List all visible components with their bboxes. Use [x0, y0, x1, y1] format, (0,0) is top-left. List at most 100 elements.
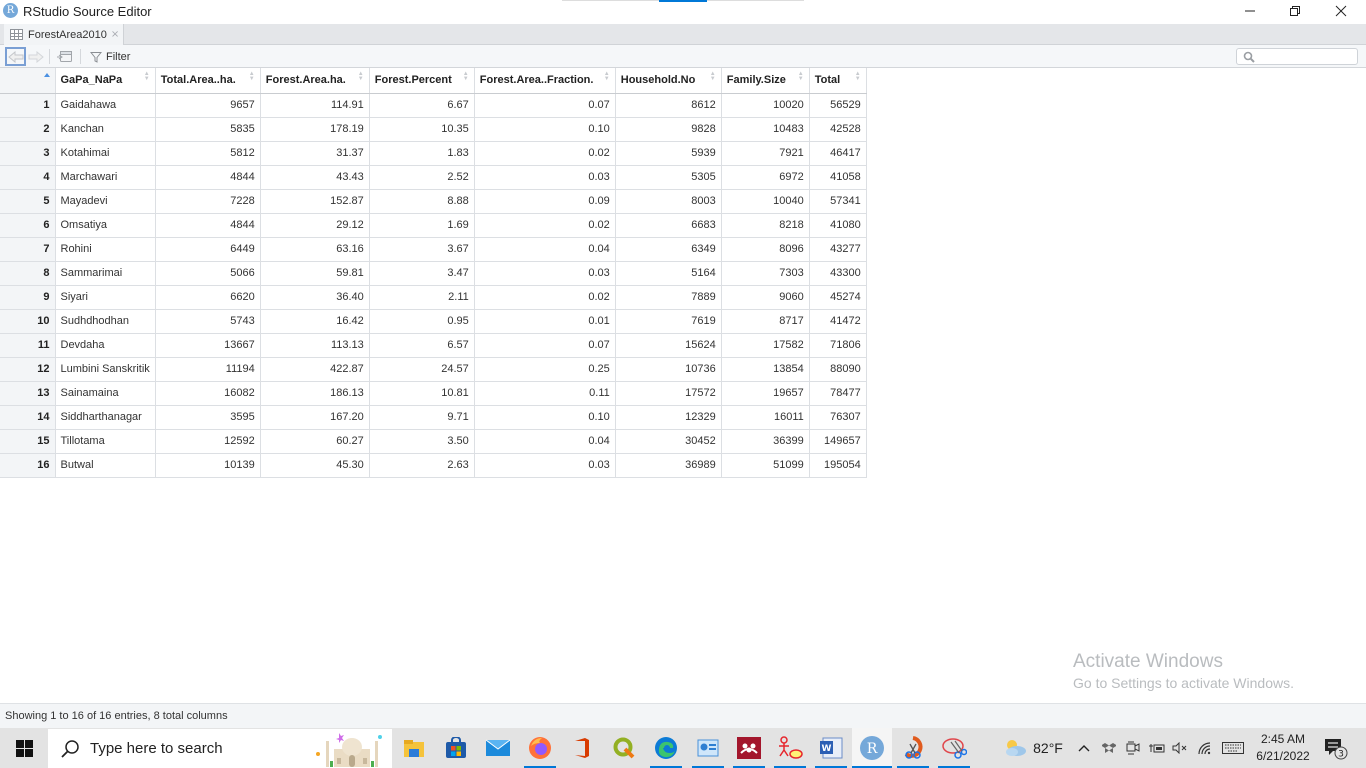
table-cell-household-no: 7889 — [615, 285, 722, 310]
tray-battery[interactable] — [1146, 728, 1168, 768]
table-row: 15 Tillotama 12592 60.27 3.50 0.04 30452 36399 1… — [0, 429, 867, 454]
table-cell-family-size: 13854 — [721, 357, 810, 382]
table-row: 7 Rohini 6449 63.16 3.67 0.04 6349 8096 43277 — [0, 237, 867, 262]
table-cell-household-no: 7619 — [615, 309, 722, 334]
tab-label: ForestArea2010 — [28, 28, 107, 41]
row-number: 13 — [0, 381, 56, 406]
restore-icon — [1290, 6, 1300, 16]
word-icon: W — [820, 737, 843, 759]
table-cell-forest-percent: 1.83 — [369, 141, 475, 166]
table-cell-total: 56529 — [809, 93, 867, 118]
column-header[interactable]: Total.Area..ha. ▲ ▼ — [155, 68, 261, 94]
sort-icon: ▲ ▼ — [143, 71, 150, 82]
taskbar-clock[interactable]: 2:45 AM 6/21/2022 — [1248, 731, 1318, 765]
table-cell-family-size: 17582 — [721, 333, 810, 358]
tab-forestarea2010[interactable]: ForestArea2010 × — [4, 24, 124, 45]
filter-label: Filter — [106, 50, 131, 63]
restore-button[interactable] — [1272, 0, 1318, 22]
taskbar-app-mendeley[interactable] — [729, 728, 769, 768]
column-header[interactable]: Forest.Area.ha. ▲ ▼ — [260, 68, 370, 94]
table-cell-total: 88090 — [809, 357, 867, 382]
taskbar: Type here to search W R 82°F 2:45 AM 6/2… — [0, 728, 1366, 768]
table-cell-forest-area-ha: 43.43 — [260, 165, 370, 190]
table-cell-forest-area-fraction: 0.10 — [474, 117, 616, 142]
table-cell-gapa-napa: Lumbini Sanskritik — [55, 357, 156, 382]
table-row: 2 Kanchan 5835 178.19 10.35 0.10 9828 10483 4252… — [0, 117, 867, 142]
table-cell-total-area-ha: 5743 — [155, 309, 261, 334]
show-hidden-icons-button[interactable] — [1074, 728, 1094, 768]
sort-icon: ▲ ▼ — [854, 71, 861, 82]
taskbar-app-rstudio[interactable]: R — [852, 728, 892, 768]
popout-window-button[interactable] — [55, 49, 73, 64]
column-header[interactable]: Household.No ▲ ▼ — [615, 68, 722, 94]
table-cell-total: 76307 — [809, 405, 867, 430]
column-header[interactable]: Forest.Percent ▲ ▼ — [369, 68, 475, 94]
action-center-button[interactable]: 3 — [1320, 728, 1350, 768]
close-icon — [1335, 5, 1347, 17]
table-cell-forest-percent: 8.88 — [369, 189, 475, 214]
table-cell-forest-percent: 3.47 — [369, 261, 475, 286]
column-header[interactable]: Total ▲ ▼ — [809, 68, 867, 94]
table-cell-gapa-napa: Gaidahawa — [55, 93, 156, 118]
taskbar-app-word[interactable]: W — [811, 728, 851, 768]
taskbar-app-file-explorer[interactable] — [394, 728, 434, 768]
back-button[interactable] — [5, 47, 26, 66]
table-cell-gapa-napa: Tillotama — [55, 429, 156, 454]
row-number: 16 — [0, 453, 56, 478]
tray-meet-now[interactable] — [1123, 728, 1143, 768]
tray-touch-keyboard[interactable] — [1220, 728, 1246, 768]
taskbar-app-qgis[interactable] — [604, 728, 644, 768]
watermark-title: Activate Windows — [1073, 651, 1223, 672]
column-header-label: Family.Size — [726, 74, 786, 87]
column-header[interactable]: Forest.Area..Fraction. ▲ ▼ — [474, 68, 616, 94]
table-row: 9 Siyari 6620 36.40 2.11 0.02 7889 9060 45274 — [0, 285, 867, 310]
minimize-icon — [1245, 10, 1255, 12]
table-cell-family-size: 9060 — [721, 285, 810, 310]
table-cell-forest-area-fraction: 0.09 — [474, 189, 616, 214]
close-window-button[interactable] — [1318, 0, 1364, 22]
weather-widget[interactable] — [1000, 728, 1030, 768]
table-cell-household-no: 30452 — [615, 429, 722, 454]
taskbar-search-box[interactable]: Type here to search — [48, 729, 392, 768]
forward-button[interactable] — [27, 48, 44, 65]
table-search[interactable] — [1236, 48, 1358, 65]
weather-temperature[interactable]: 82°F — [1031, 728, 1065, 768]
column-header[interactable]: GaPa_NaPa ▲ ▼ — [55, 68, 156, 94]
svg-text:R: R — [867, 741, 878, 757]
table-cell-forest-area-fraction: 0.01 — [474, 309, 616, 334]
table-cell-forest-area-fraction: 0.02 — [474, 213, 616, 238]
sort-icon: ▲ ▼ — [462, 71, 469, 82]
table-row: 11 Devdaha 13667 113.13 6.57 0.07 15624 17582 71… — [0, 333, 867, 358]
table-cell-gapa-napa: Omsatiya — [55, 213, 156, 238]
table-cell-forest-percent: 24.57 — [369, 357, 475, 382]
tray-network[interactable] — [1195, 728, 1215, 768]
taskbar-app-microsoft-store[interactable] — [436, 728, 476, 768]
table-cell-household-no: 17572 — [615, 381, 722, 406]
minimize-button[interactable] — [1227, 0, 1273, 22]
tray-dropbox[interactable] — [1099, 728, 1119, 768]
taskbar-app-snipping-tool[interactable] — [934, 728, 974, 768]
table-cell-total: 71806 — [809, 333, 867, 358]
data-table: GaPa_NaPa ▲ ▼ Total.Area..ha. ▲ ▼ Forest.Are… — [0, 68, 867, 478]
volume-muted-icon — [1172, 742, 1187, 754]
filter-button[interactable]: Filter — [90, 48, 130, 65]
start-button[interactable] — [0, 728, 48, 768]
row-number: 14 — [0, 405, 56, 430]
table-cell-total-area-ha: 10139 — [155, 453, 261, 478]
table-cell-forest-percent: 3.67 — [369, 237, 475, 262]
table-search-input[interactable] — [1259, 50, 1354, 63]
row-number-header[interactable] — [0, 68, 56, 94]
taskbar-app-snip-sketch[interactable] — [893, 728, 933, 768]
toolbar-separator — [49, 49, 50, 64]
column-header[interactable]: Family.Size ▲ ▼ — [721, 68, 810, 94]
taskbar-app-office[interactable] — [562, 728, 602, 768]
tab-close-icon[interactable]: × — [111, 29, 119, 40]
taskbar-app-firefox[interactable] — [520, 728, 560, 768]
table-cell-forest-area-ha: 422.87 — [260, 357, 370, 382]
taskbar-app-control-panel[interactable] — [688, 728, 728, 768]
taskbar-app-mail[interactable] — [478, 728, 518, 768]
taskbar-app-edge[interactable] — [646, 728, 686, 768]
taskbar-app-uml-tool[interactable] — [770, 728, 810, 768]
header-row: GaPa_NaPa ▲ ▼ Total.Area..ha. ▲ ▼ Forest.Are… — [0, 68, 867, 94]
tray-volume[interactable] — [1170, 728, 1190, 768]
